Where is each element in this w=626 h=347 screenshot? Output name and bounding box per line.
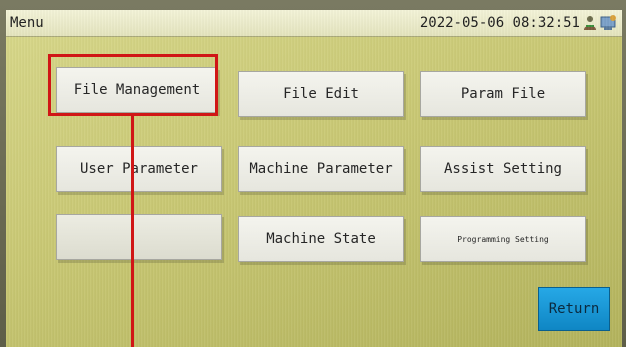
- network-icon: [600, 15, 616, 30]
- programming-setting-button[interactable]: Programming Setting: [420, 216, 586, 262]
- user-parameter-button[interactable]: User Parameter: [56, 146, 222, 192]
- title-bar: Menu 2022-05-06 08:32:51: [6, 10, 622, 37]
- annotation-pointer-line: [131, 116, 134, 347]
- machine-state-button[interactable]: Machine State: [238, 216, 404, 262]
- param-file-button[interactable]: Param File: [420, 71, 586, 117]
- assist-setting-button[interactable]: Assist Setting: [420, 146, 586, 192]
- highlight-box: [48, 54, 218, 116]
- menu-title: Menu: [10, 15, 44, 31]
- file-edit-button[interactable]: File Edit: [238, 71, 404, 117]
- status-icons: [582, 14, 618, 32]
- datetime-display: 2022-05-06 08:32:51: [419, 15, 580, 31]
- blank-button[interactable]: [56, 214, 222, 260]
- return-button[interactable]: Return: [538, 287, 610, 331]
- machine-parameter-button[interactable]: Machine Parameter: [238, 146, 404, 192]
- person-icon: [584, 16, 596, 30]
